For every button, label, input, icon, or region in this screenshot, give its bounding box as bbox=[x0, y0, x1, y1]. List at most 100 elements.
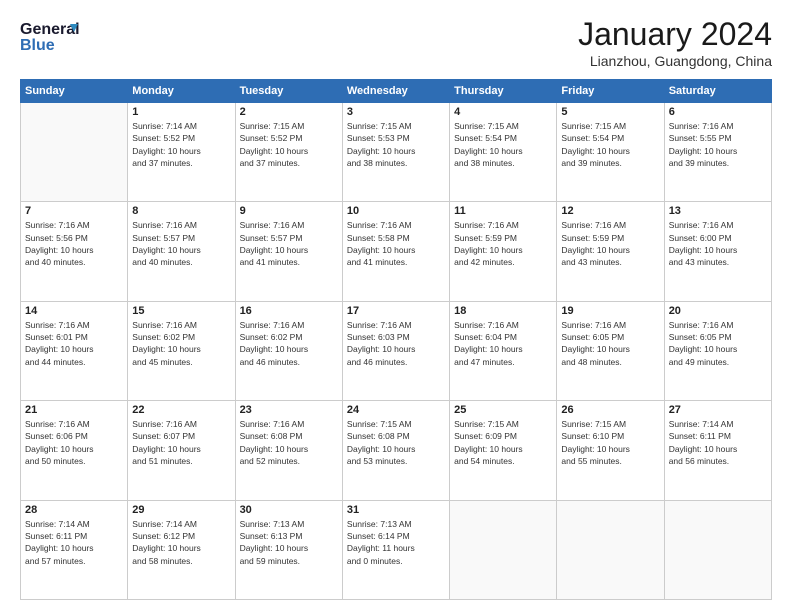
cell-date-number: 14 bbox=[25, 305, 123, 317]
page: General Blue January 2024 Lianzhou, Guan… bbox=[0, 0, 792, 612]
cell-info-text: Sunrise: 7:16 AM Sunset: 5:58 PM Dayligh… bbox=[347, 219, 445, 268]
cell-date-number: 7 bbox=[25, 205, 123, 217]
table-cell: 9 Sunrise: 7:16 AM Sunset: 5:57 PM Daylig… bbox=[235, 202, 342, 301]
logo-icon: General Blue bbox=[20, 16, 80, 58]
col-tuesday: Tuesday bbox=[235, 80, 342, 103]
cell-info-text: Sunrise: 7:16 AM Sunset: 6:02 PM Dayligh… bbox=[132, 319, 230, 368]
cell-info-text: Sunrise: 7:15 AM Sunset: 5:53 PM Dayligh… bbox=[347, 120, 445, 169]
table-cell: 5 Sunrise: 7:15 AM Sunset: 5:54 PM Daylig… bbox=[557, 103, 664, 202]
table-cell: 22 Sunrise: 7:16 AM Sunset: 6:07 PM Dayli… bbox=[128, 401, 235, 500]
table-cell: 12 Sunrise: 7:16 AM Sunset: 5:59 PM Dayli… bbox=[557, 202, 664, 301]
cell-date-number: 23 bbox=[240, 404, 338, 416]
table-cell bbox=[21, 103, 128, 202]
cell-date-number: 1 bbox=[132, 106, 230, 118]
cell-date-number: 6 bbox=[669, 106, 767, 118]
cell-info-text: Sunrise: 7:14 AM Sunset: 6:11 PM Dayligh… bbox=[25, 518, 123, 567]
cell-info-text: Sunrise: 7:14 AM Sunset: 6:12 PM Dayligh… bbox=[132, 518, 230, 567]
cell-info-text: Sunrise: 7:16 AM Sunset: 6:07 PM Dayligh… bbox=[132, 418, 230, 467]
table-cell: 28 Sunrise: 7:14 AM Sunset: 6:11 PM Dayli… bbox=[21, 500, 128, 599]
col-thursday: Thursday bbox=[450, 80, 557, 103]
cell-info-text: Sunrise: 7:16 AM Sunset: 5:59 PM Dayligh… bbox=[561, 219, 659, 268]
cell-date-number: 18 bbox=[454, 305, 552, 317]
title-block: January 2024 Lianzhou, Guangdong, China bbox=[578, 16, 772, 69]
week-row-1: 1 Sunrise: 7:14 AM Sunset: 5:52 PM Daylig… bbox=[21, 103, 772, 202]
cell-date-number: 21 bbox=[25, 404, 123, 416]
table-cell: 17 Sunrise: 7:16 AM Sunset: 6:03 PM Dayli… bbox=[342, 301, 449, 400]
cell-info-text: Sunrise: 7:16 AM Sunset: 5:59 PM Dayligh… bbox=[454, 219, 552, 268]
table-cell: 15 Sunrise: 7:16 AM Sunset: 6:02 PM Dayli… bbox=[128, 301, 235, 400]
cell-date-number: 15 bbox=[132, 305, 230, 317]
table-cell: 14 Sunrise: 7:16 AM Sunset: 6:01 PM Dayli… bbox=[21, 301, 128, 400]
table-cell: 4Sunrise: 7:15 AM Sunset: 5:54 PM Daylig… bbox=[450, 103, 557, 202]
table-cell: 13 Sunrise: 7:16 AM Sunset: 6:00 PM Dayli… bbox=[664, 202, 771, 301]
cell-info-text: Sunrise: 7:16 AM Sunset: 6:01 PM Dayligh… bbox=[25, 319, 123, 368]
table-cell: 7 Sunrise: 7:16 AM Sunset: 5:56 PM Daylig… bbox=[21, 202, 128, 301]
logo: General Blue bbox=[20, 16, 80, 58]
table-cell: 27 Sunrise: 7:14 AM Sunset: 6:11 PM Dayli… bbox=[664, 401, 771, 500]
cell-info-text: Sunrise: 7:16 AM Sunset: 6:02 PM Dayligh… bbox=[240, 319, 338, 368]
table-cell: 25Sunrise: 7:15 AM Sunset: 6:09 PM Dayli… bbox=[450, 401, 557, 500]
week-row-3: 14 Sunrise: 7:16 AM Sunset: 6:01 PM Dayli… bbox=[21, 301, 772, 400]
table-cell: 20 Sunrise: 7:16 AM Sunset: 6:05 PM Dayli… bbox=[664, 301, 771, 400]
cell-info-text: Sunrise: 7:16 AM Sunset: 6:05 PM Dayligh… bbox=[669, 319, 767, 368]
cell-date-number: 22 bbox=[132, 404, 230, 416]
table-cell: 10 Sunrise: 7:16 AM Sunset: 5:58 PM Dayli… bbox=[342, 202, 449, 301]
cell-date-number: 12 bbox=[561, 205, 659, 217]
month-title: January 2024 bbox=[578, 16, 772, 53]
cell-info-text: Sunrise: 7:16 AM Sunset: 5:57 PM Dayligh… bbox=[240, 219, 338, 268]
cell-info-text: Sunrise: 7:16 AM Sunset: 6:03 PM Dayligh… bbox=[347, 319, 445, 368]
table-cell: 11Sunrise: 7:16 AM Sunset: 5:59 PM Dayli… bbox=[450, 202, 557, 301]
table-cell bbox=[450, 500, 557, 599]
table-cell: 23 Sunrise: 7:16 AM Sunset: 6:08 PM Dayli… bbox=[235, 401, 342, 500]
cell-info-text: Sunrise: 7:15 AM Sunset: 5:54 PM Dayligh… bbox=[561, 120, 659, 169]
table-cell: 19Sunrise: 7:16 AM Sunset: 6:05 PM Dayli… bbox=[557, 301, 664, 400]
cell-date-number: 30 bbox=[240, 504, 338, 516]
cell-info-text: Sunrise: 7:14 AM Sunset: 5:52 PM Dayligh… bbox=[132, 120, 230, 169]
header: General Blue January 2024 Lianzhou, Guan… bbox=[20, 16, 772, 69]
table-cell: 16Sunrise: 7:16 AM Sunset: 6:02 PM Dayli… bbox=[235, 301, 342, 400]
cell-date-number: 4 bbox=[454, 106, 552, 118]
calendar-table: Sunday Monday Tuesday Wednesday Thursday… bbox=[20, 79, 772, 600]
cell-date-number: 3 bbox=[347, 106, 445, 118]
cell-info-text: Sunrise: 7:14 AM Sunset: 6:11 PM Dayligh… bbox=[669, 418, 767, 467]
cell-info-text: Sunrise: 7:16 AM Sunset: 5:57 PM Dayligh… bbox=[132, 219, 230, 268]
table-cell: 21 Sunrise: 7:16 AM Sunset: 6:06 PM Dayli… bbox=[21, 401, 128, 500]
table-cell: 29 Sunrise: 7:14 AM Sunset: 6:12 PM Dayli… bbox=[128, 500, 235, 599]
cell-date-number: 20 bbox=[669, 305, 767, 317]
table-cell bbox=[664, 500, 771, 599]
cell-date-number: 31 bbox=[347, 504, 445, 516]
cell-info-text: Sunrise: 7:15 AM Sunset: 6:09 PM Dayligh… bbox=[454, 418, 552, 467]
cell-date-number: 28 bbox=[25, 504, 123, 516]
cell-date-number: 27 bbox=[669, 404, 767, 416]
cell-date-number: 13 bbox=[669, 205, 767, 217]
table-cell: 30 Sunrise: 7:13 AM Sunset: 6:13 PM Dayli… bbox=[235, 500, 342, 599]
table-cell bbox=[557, 500, 664, 599]
svg-text:General: General bbox=[20, 21, 80, 38]
location: Lianzhou, Guangdong, China bbox=[578, 53, 772, 69]
cell-info-text: Sunrise: 7:16 AM Sunset: 6:04 PM Dayligh… bbox=[454, 319, 552, 368]
cell-date-number: 19 bbox=[561, 305, 659, 317]
calendar-header-row: Sunday Monday Tuesday Wednesday Thursday… bbox=[21, 80, 772, 103]
col-friday: Friday bbox=[557, 80, 664, 103]
col-sunday: Sunday bbox=[21, 80, 128, 103]
table-cell: 31Sunrise: 7:13 AM Sunset: 6:14 PM Dayli… bbox=[342, 500, 449, 599]
cell-date-number: 17 bbox=[347, 305, 445, 317]
cell-date-number: 29 bbox=[132, 504, 230, 516]
table-cell: 3 Sunrise: 7:15 AM Sunset: 5:53 PM Daylig… bbox=[342, 103, 449, 202]
cell-date-number: 24 bbox=[347, 404, 445, 416]
cell-info-text: Sunrise: 7:13 AM Sunset: 6:13 PM Dayligh… bbox=[240, 518, 338, 567]
cell-date-number: 5 bbox=[561, 106, 659, 118]
cell-info-text: Sunrise: 7:16 AM Sunset: 5:55 PM Dayligh… bbox=[669, 120, 767, 169]
cell-info-text: Sunrise: 7:16 AM Sunset: 6:06 PM Dayligh… bbox=[25, 418, 123, 467]
col-saturday: Saturday bbox=[664, 80, 771, 103]
cell-info-text: Sunrise: 7:15 AM Sunset: 6:10 PM Dayligh… bbox=[561, 418, 659, 467]
cell-date-number: 10 bbox=[347, 205, 445, 217]
table-cell: 8 Sunrise: 7:16 AM Sunset: 5:57 PM Daylig… bbox=[128, 202, 235, 301]
cell-info-text: Sunrise: 7:16 AM Sunset: 5:56 PM Dayligh… bbox=[25, 219, 123, 268]
cell-date-number: 8 bbox=[132, 205, 230, 217]
cell-date-number: 9 bbox=[240, 205, 338, 217]
table-cell: 24Sunrise: 7:15 AM Sunset: 6:08 PM Dayli… bbox=[342, 401, 449, 500]
cell-info-text: Sunrise: 7:16 AM Sunset: 6:00 PM Dayligh… bbox=[669, 219, 767, 268]
week-row-5: 28 Sunrise: 7:14 AM Sunset: 6:11 PM Dayli… bbox=[21, 500, 772, 599]
cell-info-text: Sunrise: 7:16 AM Sunset: 6:08 PM Dayligh… bbox=[240, 418, 338, 467]
